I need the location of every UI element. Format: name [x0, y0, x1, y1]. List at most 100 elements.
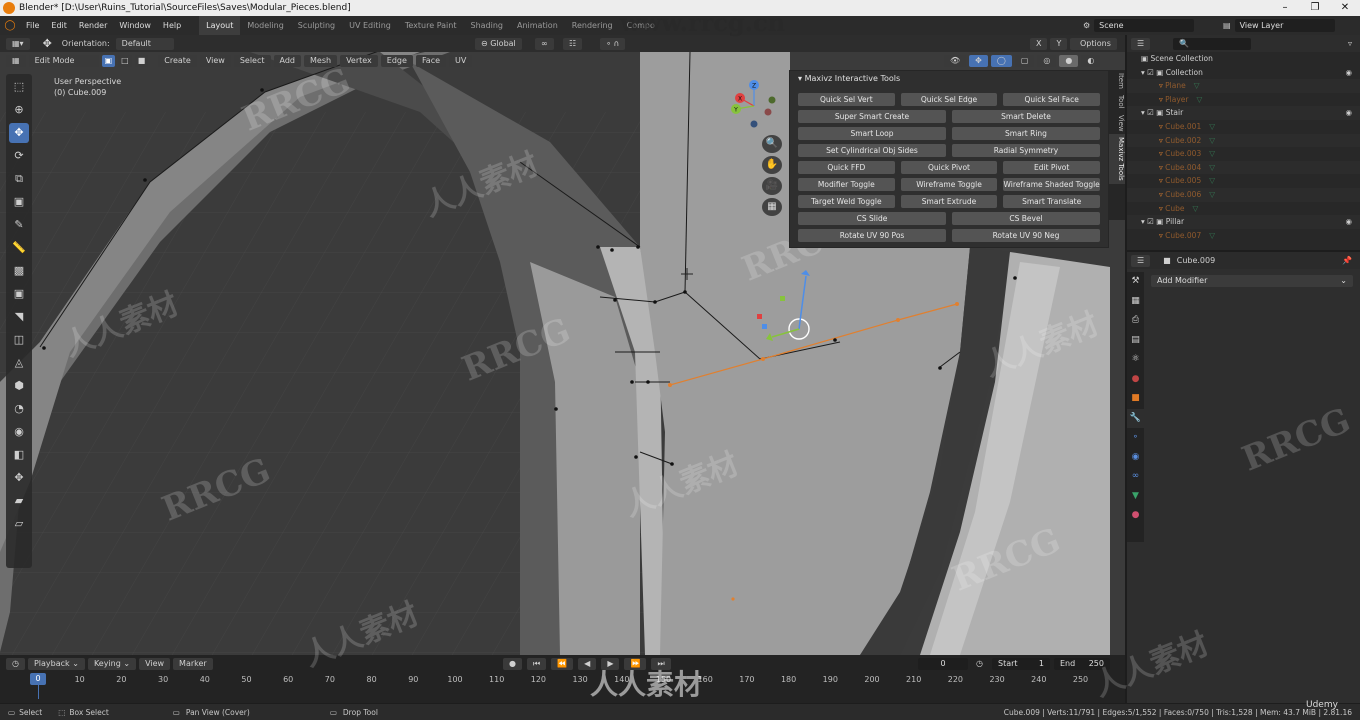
mode-dropdown[interactable]: Edit Mode — [28, 55, 99, 67]
view-layer-tab-icon[interactable]: ▤ — [1127, 331, 1144, 351]
edge-slide-icon[interactable]: ◧ — [9, 445, 29, 465]
xray-toggle-icon[interactable]: ▢ — [1014, 55, 1035, 67]
set-cylindrical-obj-sides-button[interactable]: Set Cylindrical Obj Sides — [798, 144, 946, 157]
poly-build-icon[interactable]: ⬢ — [9, 376, 29, 396]
visibility-icon[interactable]: 👁 — [944, 55, 967, 67]
extrude-icon[interactable]: ▩ — [9, 261, 29, 281]
loop-cut-icon[interactable]: ◫ — [9, 330, 29, 350]
data-tab-icon[interactable]: ▼ — [1127, 487, 1144, 507]
playhead[interactable]: 0 — [30, 673, 46, 685]
render-tab-icon[interactable]: ▦ — [1127, 292, 1144, 312]
scene-selector[interactable]: Scene — [1094, 19, 1195, 32]
spin-icon[interactable]: ◔ — [9, 399, 29, 419]
outliner-row[interactable]: ▿ Cube.007 ▽ — [1127, 229, 1360, 243]
annotate-icon[interactable]: ✎ — [9, 215, 29, 235]
transform-icon[interactable]: ▣ — [9, 192, 29, 212]
smart-translate-button[interactable]: Smart Translate — [1003, 195, 1101, 208]
menu-add[interactable]: Add — [273, 55, 302, 67]
outliner-editor-type-icon[interactable]: ☰ — [1131, 37, 1151, 50]
smart-delete-button[interactable]: Smart Delete — [952, 110, 1100, 123]
maximize-icon[interactable]: ❐ — [1300, 0, 1330, 16]
edit-pivot-button[interactable]: Edit Pivot — [1003, 161, 1101, 174]
tab-modeling[interactable]: Modeling — [240, 16, 290, 35]
gizmo-toggle-icon[interactable]: ✥ — [969, 55, 988, 67]
knife-icon[interactable]: ◬ — [9, 353, 29, 373]
shrink-fatten-icon[interactable]: ✥ — [9, 468, 29, 488]
tab-texture-paint[interactable]: Texture Paint — [398, 16, 464, 35]
tab-animation[interactable]: Animation — [510, 16, 565, 35]
menu-view[interactable]: View — [199, 55, 231, 67]
rip-region-icon[interactable]: ▱ — [9, 514, 29, 534]
modifier-tab-icon[interactable]: 🔧 — [1127, 408, 1144, 428]
edge-select-icon[interactable]: □ — [118, 55, 132, 67]
add-modifier-dropdown[interactable]: Add Modifier ⌄ — [1151, 275, 1353, 287]
menu-mesh[interactable]: Mesh — [304, 55, 338, 67]
filter-icon[interactable]: ▿ — [1348, 39, 1352, 48]
wireframe-shading-icon[interactable]: ◎ — [1037, 55, 1057, 67]
menu-edge[interactable]: Edge — [380, 55, 413, 67]
smart-ring-button[interactable]: Smart Ring — [952, 127, 1100, 140]
quick-pivot-button[interactable]: Quick Pivot — [900, 161, 998, 174]
modifier-toggle-button[interactable]: Modifier Toggle — [798, 178, 895, 191]
mirror-y-button[interactable]: Y — [1050, 37, 1068, 50]
transform-orientation-dropdown[interactable]: ⊖ Global — [475, 37, 522, 50]
outliner-row[interactable]: ▿ Cube.001 ▽ — [1127, 120, 1360, 134]
tab-shading[interactable]: Shading — [463, 16, 510, 35]
editor-type-icon[interactable]: ▦ — [6, 55, 26, 67]
panel-header[interactable]: ▾ Maxivz Interactive Tools — [790, 71, 1108, 87]
outliner-row[interactable]: ▿ Cube.002 ▽ — [1127, 133, 1360, 148]
scale-icon[interactable]: ⧉ — [9, 169, 29, 189]
proportional-edit-button[interactable]: ∘ ∩ — [600, 37, 626, 50]
rotate-uv-90-neg-button[interactable]: Rotate UV 90 Neg — [952, 229, 1100, 242]
properties-editor-type-icon[interactable]: ☰ — [1131, 254, 1151, 267]
close-icon[interactable]: ✕ — [1330, 0, 1360, 16]
timeline-ruler[interactable]: 0 10 20 30 40 50 60 70 80 90 100 110 120 130 140 150 160… — [0, 655, 1125, 703]
smart-extrude-button[interactable]: Smart Extrude — [900, 195, 998, 208]
pan-hand-icon[interactable]: ✋ — [762, 156, 782, 174]
wireframe-toggle-button[interactable]: Wireframe Toggle — [900, 178, 998, 191]
menu-face[interactable]: Face — [415, 55, 447, 67]
smart-loop-button[interactable]: Smart Loop — [798, 127, 946, 140]
minimize-icon[interactable]: – — [1270, 0, 1300, 16]
smooth-icon[interactable]: ◉ — [9, 422, 29, 442]
navigation-gizmo[interactable]: Z X Y — [728, 78, 780, 130]
menu-vertex[interactable]: Vertex — [340, 55, 378, 67]
perspective-grid-icon[interactable]: ▦ — [762, 198, 782, 216]
outliner-row[interactable]: ▾ ☑ ▣ Pillar ◉ — [1127, 215, 1360, 229]
object-tab-icon[interactable]: ■ — [1127, 389, 1144, 409]
rotate-uv-90-pos-button[interactable]: Rotate UV 90 Pos — [798, 229, 946, 242]
outliner-row[interactable]: ▿ Cube.003 ▽ — [1127, 147, 1360, 161]
tab-view[interactable]: View — [1109, 112, 1125, 135]
physics-tab-icon[interactable]: ◉ — [1127, 448, 1144, 468]
snap-dropdown[interactable]: ☷ — [563, 37, 583, 50]
menu-window[interactable]: Window — [113, 21, 157, 30]
pivot-dropdown[interactable]: ∞ — [535, 37, 554, 50]
vertex-select-icon[interactable]: ▣ — [101, 55, 116, 67]
scene-tab-icon[interactable]: ⚛ — [1127, 350, 1144, 370]
outliner-row[interactable]: ▿ Cube.005 ▽ — [1127, 174, 1360, 188]
cs-bevel-button[interactable]: CS Bevel — [952, 212, 1100, 225]
material-shading-icon[interactable]: ◐ — [1081, 55, 1101, 67]
outliner-row[interactable]: ▾ ☑ ▣ Stair ◉ — [1127, 106, 1360, 120]
quick-sel-edge-button[interactable]: Quick Sel Edge — [900, 93, 998, 106]
outliner-search-input[interactable]: 🔍 — [1173, 37, 1252, 50]
tab-item[interactable]: Item — [1109, 70, 1125, 92]
pin-icon[interactable]: 📌 — [1342, 256, 1352, 265]
menu-uv[interactable]: UV — [449, 55, 473, 67]
options-dropdown[interactable]: Options — [1074, 37, 1117, 50]
outliner-row[interactable]: ▿ Cube.006 ▽ — [1127, 187, 1360, 202]
shear-icon[interactable]: ▰ — [9, 491, 29, 511]
tab-maxivz-tools[interactable]: Maxivz Tools — [1109, 134, 1125, 184]
outliner-row[interactable]: ▾ ☑ ▣ Collection ◉ — [1127, 66, 1360, 80]
menu-create[interactable]: Create — [158, 55, 197, 67]
rotate-icon[interactable]: ⟳ — [9, 146, 29, 166]
menu-help[interactable]: Help — [157, 21, 187, 30]
super-smart-create-button[interactable]: Super Smart Create — [798, 110, 946, 123]
scene-collection-row[interactable]: ▣ Scene Collection — [1127, 52, 1360, 66]
visibility-eye-icon[interactable]: ◉ — [1345, 106, 1352, 120]
camera-icon[interactable]: 🎥 — [762, 177, 782, 195]
overlay-toggle-icon[interactable]: ◯ — [990, 55, 1012, 67]
blender-menu-icon[interactable]: ◯ — [0, 20, 20, 31]
face-select-icon[interactable]: ■ — [134, 55, 149, 67]
quick-sel-vert-button[interactable]: Quick Sel Vert — [798, 93, 895, 106]
